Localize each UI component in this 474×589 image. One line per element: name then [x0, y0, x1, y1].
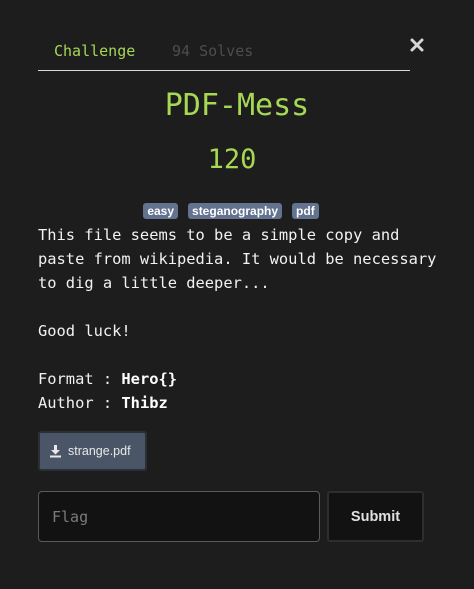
description-intro: This file seems to be a simple copy and … — [38, 226, 446, 292]
challenge-tags: easy steganography pdf — [0, 203, 462, 219]
description-author: Author : Thibz — [38, 391, 438, 415]
challenge-modal: Challenge 94 Solves PDF-Mess 120 easy st… — [0, 0, 474, 589]
close-icon — [410, 38, 424, 52]
challenge-points: 120 — [207, 144, 257, 175]
author-value: Thibz — [121, 394, 168, 412]
description-good-luck: Good luck! — [38, 322, 131, 340]
format-value: Hero{} — [121, 370, 178, 388]
file-name: strange.pdf — [68, 444, 131, 458]
challenge-tabs: Challenge 94 Solves — [38, 36, 410, 71]
challenge-title: PDF-Mess — [164, 88, 310, 123]
file-download-button[interactable]: strange.pdf — [38, 431, 147, 471]
tag-easy: easy — [143, 203, 179, 219]
tag-pdf: pdf — [292, 203, 319, 219]
format-label: Format : — [38, 370, 122, 388]
close-button[interactable] — [408, 35, 426, 55]
submit-button[interactable]: Submit — [327, 491, 424, 542]
tab-solves[interactable]: 94 Solves — [172, 43, 253, 59]
description-format: Format : Hero{} — [38, 367, 438, 391]
tag-steganography: steganography — [188, 203, 283, 219]
author-label: Author : — [38, 394, 122, 412]
download-icon — [50, 445, 61, 458]
tab-challenge[interactable]: Challenge — [54, 43, 135, 59]
flag-input[interactable] — [38, 491, 320, 542]
challenge-description: This file seems to be a simple copy and … — [38, 223, 438, 415]
